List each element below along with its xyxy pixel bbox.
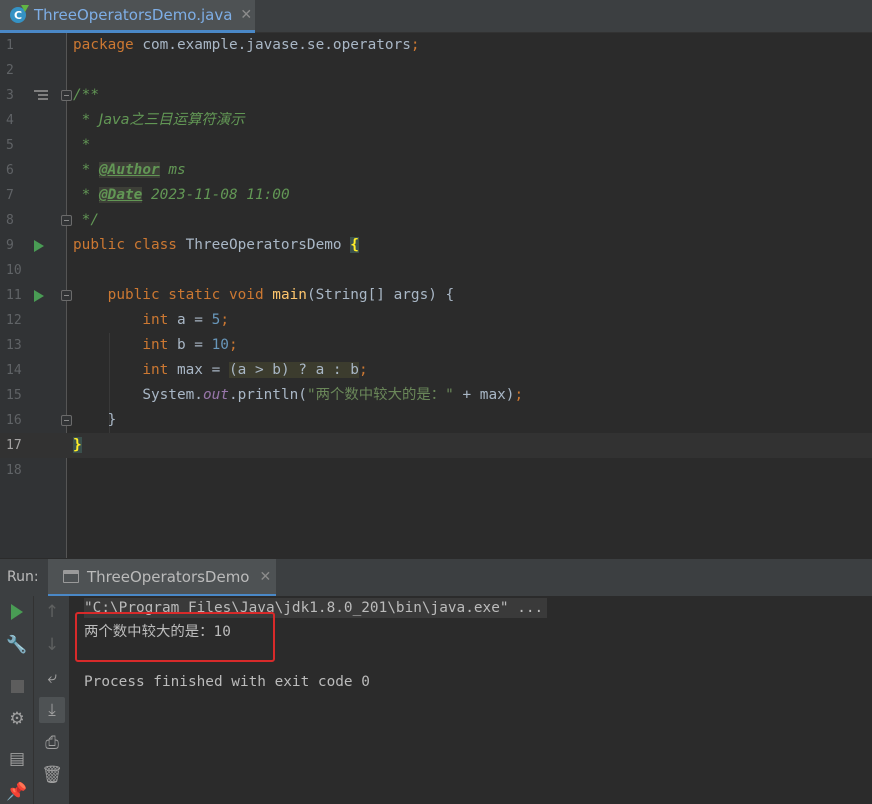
line-number: 12 (6, 313, 22, 328)
editor-tab-three-operators-demo[interactable]: C ThreeOperatorsDemo.java ✕ (0, 0, 255, 33)
wrench-icon[interactable]: 🔧 (4, 632, 30, 658)
java-class-icon: C (10, 7, 26, 23)
line-number: 16 (6, 413, 22, 428)
fold-icon[interactable] (61, 290, 72, 301)
code-line[interactable]: 9 public class ThreeOperatorsDemo { (0, 233, 872, 258)
code-line[interactable]: 6 * @Author ms (0, 158, 872, 183)
stop-icon[interactable] (4, 673, 30, 699)
line-number: 15 (6, 388, 22, 403)
line-number: 5 (6, 138, 14, 153)
line-number: 17 (6, 438, 22, 453)
line-number: 4 (6, 113, 14, 128)
javadoc-render-icon[interactable] (34, 90, 48, 102)
line-number: 18 (6, 463, 22, 478)
run-gutter-icon[interactable] (34, 290, 44, 302)
line-number: 3 (6, 88, 14, 103)
run-panel-label: Run: (7, 569, 39, 585)
line-number: 14 (6, 363, 22, 378)
code-line[interactable]: 11 public static void main(String[] args… (0, 283, 872, 308)
line-number: 11 (6, 288, 22, 303)
editor-tab-bar: C ThreeOperatorsDemo.java ✕ (0, 0, 872, 33)
run-tab-title: ThreeOperatorsDemo (87, 567, 250, 586)
settings-icon[interactable]: ⚙ (4, 706, 30, 732)
up-arrow-icon[interactable]: ↑ (39, 599, 65, 625)
annotation-highlight-box (75, 612, 275, 662)
code-line[interactable]: 10 (0, 258, 872, 283)
code-line[interactable]: 3 /** (0, 83, 872, 108)
soft-wrap-icon[interactable]: ⤶ (39, 665, 65, 691)
line-number: 7 (6, 188, 14, 203)
code-line[interactable]: 5 * (0, 133, 872, 158)
code-line[interactable]: 4 * Java之三目运算符演示 (0, 108, 872, 133)
close-icon[interactable]: ✕ (240, 7, 252, 23)
console-icon (63, 570, 79, 583)
run-toolbar-secondary: ↑ ↓ ⤶ ⤓ ⎙ 🗑 (34, 596, 70, 804)
fold-icon[interactable] (61, 90, 72, 101)
run-tab-three-operators-demo[interactable]: ThreeOperatorsDemo ✕ (48, 559, 276, 597)
code-line[interactable]: 7 * @Date 2023-11-08 11:00 (0, 183, 872, 208)
trash-icon[interactable]: 🗑 (39, 762, 65, 788)
print-icon[interactable]: ⎙ (39, 730, 65, 756)
code-line[interactable]: 16 } (0, 408, 872, 433)
line-number: 10 (6, 263, 22, 278)
layout-icon[interactable]: ▤ (4, 746, 30, 772)
editor-tab-title: ThreeOperatorsDemo.java (34, 6, 233, 24)
run-toolbar-primary: 🔧 ⚙ ▤ 📌 (0, 596, 34, 804)
code-line[interactable]: 12 int a = 5; (0, 308, 872, 333)
line-number: 1 (6, 38, 14, 53)
code-line[interactable]: 8 */ (0, 208, 872, 233)
code-line[interactable]: 13 int b = 10; (0, 333, 872, 358)
run-gutter-icon[interactable] (34, 240, 44, 252)
line-number: 2 (6, 63, 14, 78)
fold-icon[interactable] (61, 215, 72, 226)
code-line-current[interactable]: 17 } (0, 433, 872, 458)
line-number: 13 (6, 338, 22, 353)
code-line[interactable]: 15 System.out.println("两个数中较大的是：" + max)… (0, 383, 872, 408)
fold-icon[interactable] (61, 415, 72, 426)
rerun-icon[interactable] (4, 599, 30, 625)
code-line[interactable]: 14 int max = (a > b) ? a : b; (0, 358, 872, 383)
scroll-to-end-icon[interactable]: ⤓ (39, 697, 65, 723)
line-number: 6 (6, 163, 14, 178)
line-number: 9 (6, 238, 14, 253)
code-line[interactable]: 1 package com.example.javase.se.operator… (0, 33, 872, 58)
line-number: 8 (6, 213, 14, 228)
code-line[interactable]: 18 (0, 458, 872, 483)
run-panel-header: Run: ThreeOperatorsDemo ✕ (0, 558, 872, 597)
code-editor[interactable]: 1 package com.example.javase.se.operator… (0, 33, 872, 558)
pin-icon[interactable]: 📌 (4, 779, 30, 804)
down-arrow-icon[interactable]: ↓ (39, 632, 65, 658)
console-exit-line: Process finished with exit code 0 (84, 674, 370, 690)
close-icon[interactable]: ✕ (260, 569, 272, 585)
code-line[interactable]: 2 (0, 58, 872, 83)
